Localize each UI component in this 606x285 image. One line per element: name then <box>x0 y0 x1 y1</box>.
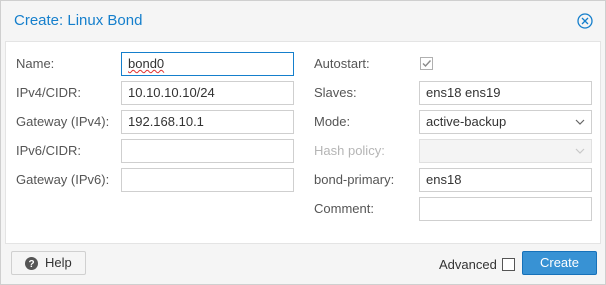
comment-label: Comment: <box>314 201 374 216</box>
ipv6-field[interactable] <box>121 139 294 163</box>
autostart-checkbox[interactable] <box>420 57 433 70</box>
ipv6-label: IPv6/CIDR: <box>16 143 82 158</box>
name-label: Name: <box>16 56 55 71</box>
svg-text:?: ? <box>28 259 34 270</box>
dialog-titlebar[interactable]: Create: Linux Bond <box>1 1 605 41</box>
mode-select[interactable]: active-backup <box>419 110 592 134</box>
name-field[interactable]: bond0 <box>121 52 294 76</box>
comment-field[interactable] <box>419 197 592 221</box>
bond-primary-label: bond-primary: <box>314 172 395 187</box>
hash-policy-select <box>419 139 592 163</box>
gateway-ipv4-label: Gateway (IPv4): <box>16 114 110 129</box>
chevron-down-icon <box>575 148 585 154</box>
help-label: Help <box>45 255 72 270</box>
dialog-footer: ? Help Advanced Create <box>1 244 605 284</box>
mode-label: Mode: <box>314 114 351 129</box>
gateway-ipv6-label: Gateway (IPv6): <box>16 172 110 187</box>
ipv4-label: IPv4/CIDR: <box>16 85 82 100</box>
help-icon: ? <box>25 257 38 270</box>
help-button[interactable]: ? Help <box>11 251 86 275</box>
advanced-checkbox[interactable] <box>502 258 515 271</box>
create-button[interactable]: Create <box>522 251 597 275</box>
hash-policy-label: Hash policy: <box>314 143 385 158</box>
close-icon[interactable] <box>577 13 593 29</box>
checkmark-icon <box>422 60 432 68</box>
name-value: bond0 <box>128 56 165 71</box>
dialog-title: Create: Linux Bond <box>14 12 143 29</box>
slaves-field[interactable]: ens18 ens19 <box>419 81 592 105</box>
advanced-label: Advanced <box>439 257 497 272</box>
chevron-down-icon <box>575 119 585 125</box>
bond-primary-field[interactable]: ens18 <box>419 168 592 192</box>
slaves-label: Slaves: <box>314 85 357 100</box>
mode-value: active-backup <box>426 114 507 129</box>
ipv4-field[interactable]: 10.10.10.10/24 <box>121 81 294 105</box>
dialog-window: Create: Linux Bond Name: bond0 IPv4/CIDR… <box>0 0 606 285</box>
form-panel: Name: bond0 IPv4/CIDR: 10.10.10.10/24 Ga… <box>5 41 601 244</box>
autostart-label: Autostart: <box>314 56 370 71</box>
gateway-ipv6-field[interactable] <box>121 168 294 192</box>
gateway-ipv4-field[interactable]: 192.168.10.1 <box>121 110 294 134</box>
